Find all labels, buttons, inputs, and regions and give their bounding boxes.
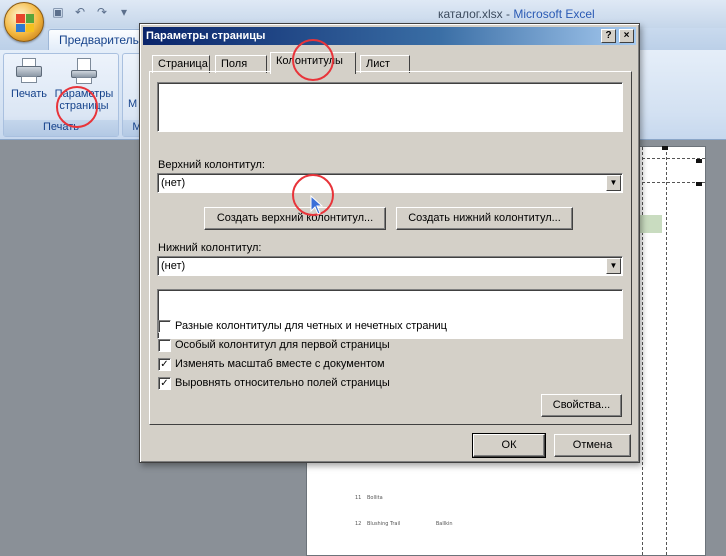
properties-button[interactable]: Свойства... [541, 394, 622, 417]
header-select[interactable]: (нет) ▼ [157, 173, 623, 193]
ok-button[interactable]: ОК [472, 433, 546, 458]
zoom-button[interactable]: М [128, 98, 137, 110]
row-name: Blushing Trail [366, 521, 401, 527]
tab-header-footer[interactable]: Колонтитулы [270, 52, 356, 74]
header-label: Верхний колонтитул: [158, 159, 265, 171]
title-separator: - [502, 7, 514, 21]
office-button[interactable] [4, 2, 44, 42]
margin-handle[interactable] [662, 146, 668, 150]
window-title: каталог.xlsx - Microsoft Excel [438, 7, 595, 21]
footer-label: Нижний колонтитул: [158, 242, 262, 254]
print-button[interactable]: Печать [8, 58, 50, 100]
footer-select[interactable]: (нет) ▼ [157, 256, 623, 276]
header-select-value: (нет) [161, 177, 186, 189]
page-setup-label-2: страницы [59, 100, 109, 112]
dialog-title: Параметры страницы [146, 30, 266, 42]
checkbox-checked[interactable]: ✓ [158, 377, 171, 390]
checkbox[interactable] [158, 339, 171, 352]
margin-line-right-outer [666, 147, 667, 555]
create-footer-button[interactable]: Создать нижний колонтитул... [396, 207, 573, 230]
row-extra: Ballkin [435, 521, 453, 527]
ribbon-group-label-print: Печать [4, 120, 118, 136]
close-icon[interactable]: × [619, 29, 634, 43]
option-label: Особый колонтитул для первой страницы [175, 339, 390, 351]
margin-handle[interactable] [696, 159, 702, 163]
save-icon[interactable]: ▣ [50, 5, 66, 19]
margin-handle[interactable] [696, 182, 702, 186]
footer-select-value: (нет) [161, 260, 186, 272]
header-preview [157, 82, 623, 132]
print-button-label: Печать [10, 88, 48, 100]
mouse-cursor-icon [310, 195, 324, 215]
option-label: Выровнять относительно полей страницы [175, 377, 390, 389]
page-setup-icon [70, 58, 98, 84]
chevron-down-icon[interactable]: ▼ [606, 175, 621, 191]
office-logo-icon [16, 14, 34, 32]
page-setup-dialog: Параметры страницы ? × Страница Поля Кол… [139, 23, 640, 463]
sheet-row-11: 11 Bollita [355, 495, 383, 501]
page-setup-label-1: Параметры [54, 88, 114, 100]
cancel-button[interactable]: Отмена [554, 434, 631, 457]
create-header-button[interactable]: Создать верхний колонтитул... [204, 207, 386, 230]
page-setup-button[interactable]: Параметры страницы [52, 58, 116, 112]
row-name: Bollita [366, 495, 383, 501]
document-name: каталог.xlsx [438, 7, 503, 21]
customize-icon[interactable]: ▾ [116, 5, 132, 19]
cell-fill [640, 215, 662, 233]
undo-icon[interactable]: ↶ [72, 5, 88, 19]
chevron-down-icon[interactable]: ▼ [606, 258, 621, 274]
redo-icon[interactable]: ↷ [94, 5, 110, 19]
sheet-row-12: 12 Blushing Trail Ballkin [355, 521, 453, 527]
row-number: 11 [355, 495, 362, 501]
option-label: Изменять масштаб вместе с документом [175, 358, 385, 370]
checkbox-checked[interactable]: ✓ [158, 358, 171, 371]
ribbon-group-print: Печать Параметры страницы Печать [3, 53, 119, 137]
margin-line-right [642, 147, 643, 555]
quick-access-toolbar: ▣ ↶ ↷ ▾ [50, 5, 132, 19]
dialog-title-bar: Параметры страницы ? × [143, 27, 636, 45]
option-label: Разные колонтитулы для четных и нечетных… [175, 320, 447, 332]
checkbox[interactable] [158, 320, 171, 333]
app-name: Microsoft Excel [513, 7, 595, 21]
header-footer-panel: Верхний колонтитул: (нет) ▼ Создать верх… [149, 71, 632, 425]
printer-icon [15, 58, 43, 84]
help-icon[interactable]: ? [601, 29, 616, 43]
row-number: 12 [355, 521, 362, 527]
